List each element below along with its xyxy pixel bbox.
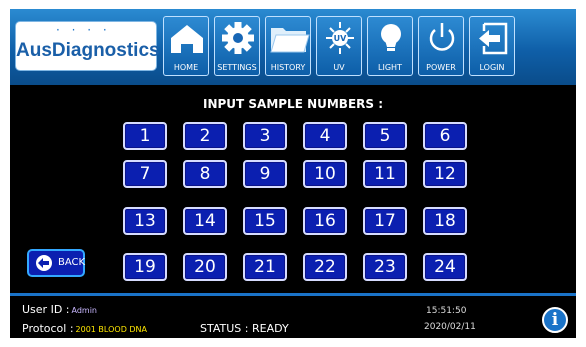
sample-number-button-19[interactable]: 19 <box>123 253 167 281</box>
back-button[interactable]: BACK <box>27 249 85 277</box>
sample-number-button-4[interactable]: 4 <box>303 122 347 150</box>
protocol-label: Protocol : <box>22 322 74 335</box>
clock-date: 2020/02/11 <box>424 322 476 332</box>
sample-number-button-20[interactable]: 20 <box>183 253 227 281</box>
login-icon <box>479 22 508 55</box>
folder-icon <box>270 28 310 53</box>
status-text: STATUS : READY <box>200 322 289 335</box>
uv-badge: UV <box>334 34 347 43</box>
nav-power-label: POWER <box>426 63 456 72</box>
sample-number-button-5[interactable]: 5 <box>363 122 407 150</box>
back-arrow-icon <box>36 255 52 271</box>
nav-uv-button[interactable]: UV UV <box>316 16 362 76</box>
sample-number-button-24[interactable]: 24 <box>423 253 467 281</box>
sample-number-button-23[interactable]: 23 <box>363 253 407 281</box>
nav-settings-button[interactable]: SETTINGS <box>214 16 260 76</box>
protocol-value: 2001 BLOOD DNA <box>75 325 148 334</box>
sample-number-button-1[interactable]: 1 <box>123 122 167 150</box>
sample-number-button-3[interactable]: 3 <box>243 122 287 150</box>
gear-icon <box>222 22 254 54</box>
sample-number-button-6[interactable]: 6 <box>423 122 467 150</box>
sample-number-button-11[interactable]: 11 <box>363 160 407 188</box>
lightbulb-icon <box>381 24 401 51</box>
sample-number-button-2[interactable]: 2 <box>183 122 227 150</box>
nav-power-button[interactable]: POWER <box>418 16 464 76</box>
nav-history-label: HISTORY <box>270 63 306 72</box>
instrument-screen: · · · · AusDiagnostics HOME SETTINGS HIS… <box>10 9 576 338</box>
nav-light-label: LIGHT <box>378 63 402 72</box>
back-label: BACK <box>58 257 86 268</box>
user-id-label: User ID : <box>22 303 70 316</box>
clock-time: 15:51:50 <box>426 306 467 316</box>
sample-number-button-13[interactable]: 13 <box>123 207 167 235</box>
uv-lamp-icon: UV <box>326 22 354 54</box>
top-toolbar: · · · · AusDiagnostics HOME SETTINGS HIS… <box>10 9 576 85</box>
protocol-line: Protocol :2001 BLOOD DNA <box>22 322 147 335</box>
sample-number-button-9[interactable]: 9 <box>243 160 287 188</box>
info-button[interactable]: i <box>542 307 568 333</box>
sample-number-button-18[interactable]: 18 <box>423 207 467 235</box>
sample-number-button-22[interactable]: 22 <box>303 253 347 281</box>
nav-uv-label: UV <box>333 63 345 72</box>
brand-name: AusDiagnostics <box>16 40 160 61</box>
sample-number-button-10[interactable]: 10 <box>303 160 347 188</box>
sample-number-button-16[interactable]: 16 <box>303 207 347 235</box>
nav-history-button[interactable]: HISTORY <box>265 16 311 76</box>
nav-light-button[interactable]: LIGHT <box>367 16 413 76</box>
user-id-value: Admin <box>71 306 98 315</box>
footer-divider <box>10 293 576 296</box>
nav-home-label: HOME <box>173 63 199 72</box>
sample-number-button-21[interactable]: 21 <box>243 253 287 281</box>
sample-number-button-8[interactable]: 8 <box>183 160 227 188</box>
power-icon <box>429 23 455 51</box>
sample-number-button-14[interactable]: 14 <box>183 207 227 235</box>
nav-login-label: LOGIN <box>479 63 505 72</box>
sample-number-button-7[interactable]: 7 <box>123 160 167 188</box>
sample-number-button-15[interactable]: 15 <box>243 207 287 235</box>
nav-settings-label: SETTINGS <box>217 63 257 72</box>
nav-home-button[interactable]: HOME <box>163 16 209 76</box>
sample-number-button-17[interactable]: 17 <box>363 207 407 235</box>
brand-logo: · · · · AusDiagnostics <box>16 22 160 70</box>
nav-login-button[interactable]: LOGIN <box>469 16 515 76</box>
user-id-line: User ID : Admin <box>22 303 97 316</box>
input-prompt: INPUT SAMPLE NUMBERS : <box>202 97 384 111</box>
sample-number-button-12[interactable]: 12 <box>423 160 467 188</box>
brand-dots: · · · · <box>56 23 111 37</box>
home-icon <box>171 25 203 53</box>
